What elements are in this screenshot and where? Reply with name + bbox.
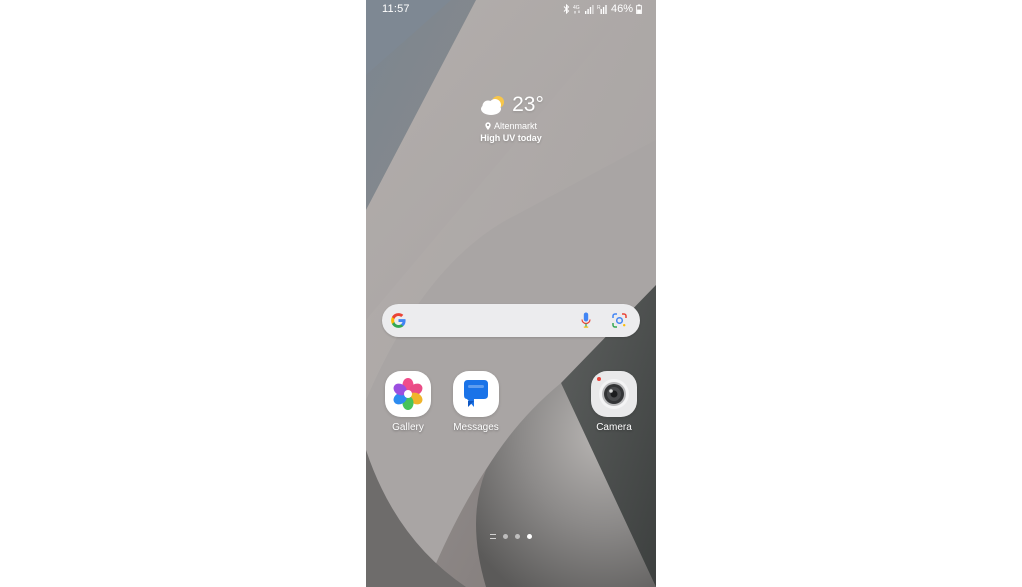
signal-icon: R <box>597 5 607 14</box>
app-camera[interactable]: Camera <box>584 371 644 433</box>
google-search-bar[interactable] <box>382 304 640 337</box>
bluetooth-icon <box>563 4 570 14</box>
weather-widget[interactable]: 23° Altenmarkt High UV today <box>366 92 656 143</box>
svg-text:R: R <box>597 5 601 11</box>
page-dot[interactable] <box>515 534 520 539</box>
wallpaper <box>366 0 656 587</box>
app-label-camera: Camera <box>596 422 632 433</box>
page-dot-active[interactable] <box>527 534 532 539</box>
weather-main-row: 23° <box>366 92 656 118</box>
lens-icon[interactable] <box>612 313 627 328</box>
weather-temperature: 23° <box>512 93 544 116</box>
app-messages[interactable]: Messages <box>446 371 506 433</box>
status-time: 11:57 <box>382 3 410 15</box>
status-bar: 11:57 4G R 46% <box>366 0 656 18</box>
location-pin-icon <box>485 122 491 130</box>
microphone-icon[interactable] <box>581 312 591 329</box>
home-menu-icon <box>490 534 496 539</box>
battery-icon <box>636 4 642 14</box>
status-icons: 4G R 46% <box>563 2 642 16</box>
weather-location-row: Altenmarkt <box>366 120 656 132</box>
page-indicator[interactable] <box>366 534 656 539</box>
camera-icon <box>591 371 637 417</box>
google-logo-icon <box>391 313 406 328</box>
signal-icon <box>584 5 594 14</box>
gallery-icon <box>385 371 431 417</box>
weather-location: Altenmarkt <box>493 121 537 131</box>
phone-screen: 11:57 4G R 46% 23° Altenmarkt High UV to… <box>366 0 656 587</box>
app-label-messages: Messages <box>453 422 499 433</box>
messages-icon <box>453 371 499 417</box>
app-label-gallery: Gallery <box>392 422 424 433</box>
4g-icon: 4G <box>573 5 580 14</box>
battery-percent: 46% <box>610 3 633 15</box>
partly-cloudy-icon <box>481 96 505 115</box>
page-dot[interactable] <box>503 534 508 539</box>
page: 11:57 4G R 46% 23° Altenmarkt High UV to… <box>0 0 1022 587</box>
svg-text:4G: 4G <box>573 5 580 11</box>
app-gallery[interactable]: Gallery <box>378 371 438 433</box>
weather-note: High UV today <box>480 133 542 143</box>
